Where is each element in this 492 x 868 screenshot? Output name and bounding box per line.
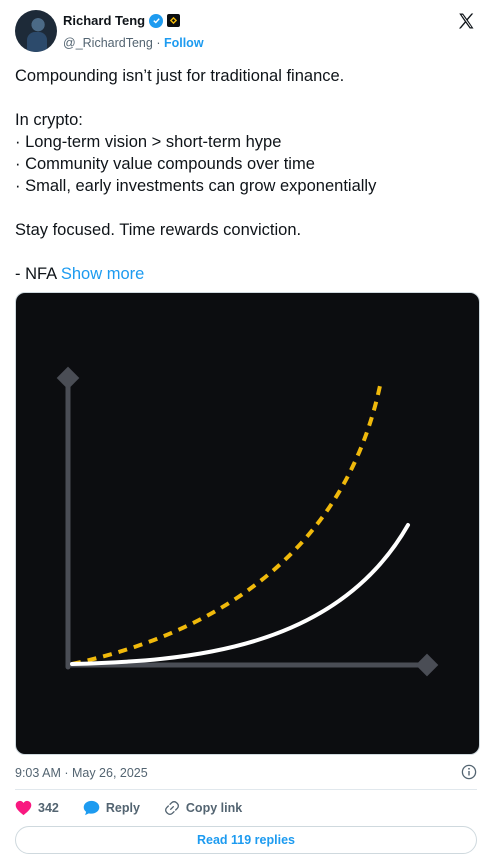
display-name[interactable]: Richard Teng xyxy=(63,13,145,28)
action-bar: 342 Reply Copy link xyxy=(15,798,266,818)
info-icon[interactable] xyxy=(461,764,477,780)
link-icon xyxy=(164,801,179,815)
handle[interactable]: @_RichardTeng xyxy=(63,36,153,50)
x-axis-diamond xyxy=(415,653,439,677)
x-logo-icon[interactable] xyxy=(457,12,475,30)
divider xyxy=(15,789,477,790)
tweet-line-last: - NFA Show more xyxy=(15,263,477,285)
follow-button[interactable]: Follow xyxy=(164,36,204,50)
copy-link-label: Copy link xyxy=(185,801,243,815)
heart-icon xyxy=(15,800,32,816)
binance-logo-icon xyxy=(167,14,181,27)
timestamp[interactable]: 9:03 AM · May 26, 2025 xyxy=(15,766,148,780)
tweet-line: Stay focused. Time rewards conviction. xyxy=(15,221,302,239)
tweet-card: Richard Teng @_RichardTeng · Follow Comp… xyxy=(0,0,492,868)
tweet-bullet: · Community value compounds over time xyxy=(15,155,315,173)
like-count: 342 xyxy=(38,801,59,815)
y-axis-diamond xyxy=(56,366,80,390)
tweet-bullet: · Long-term vision > short-term hype xyxy=(15,133,282,151)
read-replies-button[interactable]: Read 119 replies xyxy=(15,826,477,854)
tweet-line: In crypto: xyxy=(15,111,83,129)
separator: · xyxy=(156,36,161,50)
reply-label: Reply xyxy=(105,801,140,815)
show-more-link[interactable]: Show more xyxy=(61,265,144,283)
tweet-header: Richard Teng @_RichardTeng · Follow xyxy=(15,10,477,54)
nfa-text: - NFA xyxy=(15,265,57,283)
copy-link-button[interactable]: Copy link xyxy=(164,800,242,816)
reply-button[interactable]: Reply xyxy=(83,800,140,816)
meta-row: 9:03 AM · May 26, 2025 xyxy=(15,764,477,782)
avatar[interactable] xyxy=(15,10,57,52)
tweet-bullet: · Small, early investments can grow expo… xyxy=(15,177,377,195)
handle-row: @_RichardTeng · Follow xyxy=(63,36,204,50)
dashed-growth-curve xyxy=(71,380,383,666)
tweet-image[interactable] xyxy=(15,292,480,755)
name-row: Richard Teng xyxy=(63,13,181,28)
reply-bubble-icon xyxy=(83,800,100,816)
like-button[interactable]: 342 xyxy=(15,800,59,816)
tweet-line: Compounding isn’t just for traditional f… xyxy=(15,67,345,85)
growth-illustration xyxy=(56,366,439,677)
tweet-text: Compounding isn’t just for traditional f… xyxy=(15,65,477,285)
verified-badge-icon xyxy=(149,13,164,28)
